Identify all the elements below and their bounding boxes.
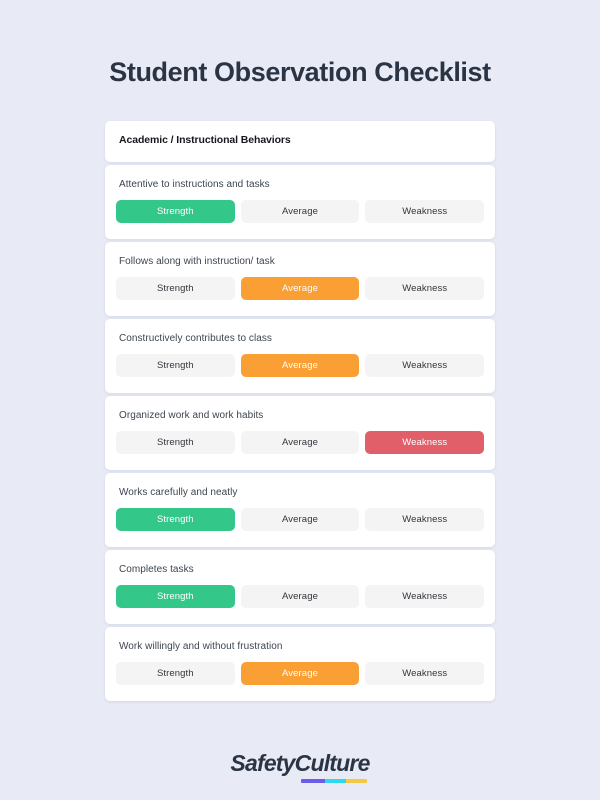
rating-option-strength[interactable]: Strength: [116, 353, 235, 377]
logo-text: SafetyCulture: [230, 750, 371, 777]
checklist-row: Completes tasks Strength Average Weakness: [105, 549, 495, 624]
rating-option-group: Strength Average Weakness: [116, 276, 485, 300]
checklist-row: Attentive to instructions and tasks Stren…: [105, 164, 495, 239]
checklist-row: Work willingly and without frustration St…: [105, 626, 495, 701]
rating-option-group: Strength Average Weakness: [116, 353, 485, 377]
logo-text-safety: Safety: [230, 750, 295, 776]
rating-option-weakness[interactable]: Weakness: [365, 430, 485, 454]
checklist-page: Student Observation Checklist Academic /…: [0, 0, 600, 800]
rating-option-weakness[interactable]: Weakness: [365, 507, 485, 531]
checklist-rows: Attentive to instructions and tasks Stren…: [105, 164, 495, 701]
page-title: Student Observation Checklist: [109, 57, 491, 87]
rating-option-strength[interactable]: Strength: [116, 584, 235, 608]
checklist-row: Works carefully and neatly Strength Averag…: [105, 472, 495, 547]
rating-option-average[interactable]: Average: [240, 199, 360, 223]
rating-option-group: Strength Average Weakness: [116, 661, 485, 685]
logo-underline-segment-yellow: [346, 779, 367, 783]
rating-option-strength[interactable]: Strength: [116, 276, 235, 300]
checklist-row: Follows along with instruction/ task Stre…: [105, 241, 495, 316]
checklist-row-label: Constructively contributes to class: [119, 332, 272, 344]
rating-option-average[interactable]: Average: [240, 430, 360, 454]
checklist-row-label: Completes tasks: [119, 563, 194, 575]
section-header-card: Academic / Instructional Behaviors: [105, 120, 495, 162]
rating-option-weakness[interactable]: Weakness: [365, 276, 485, 300]
checklist-container: Academic / Instructional Behaviors Atten…: [105, 120, 495, 701]
rating-option-weakness[interactable]: Weakness: [365, 199, 485, 223]
logo-text-culture: Culture: [294, 750, 371, 776]
rating-option-strength[interactable]: Strength: [116, 199, 235, 223]
rating-option-weakness[interactable]: Weakness: [365, 584, 485, 608]
rating-option-strength[interactable]: Strength: [116, 430, 235, 454]
rating-option-average[interactable]: Average: [240, 661, 360, 685]
checklist-row: Constructively contributes to class Stren…: [105, 318, 495, 393]
checklist-row-label: Work willingly and without frustration: [119, 640, 283, 652]
rating-option-average[interactable]: Average: [240, 276, 360, 300]
rating-option-average[interactable]: Average: [240, 584, 360, 608]
rating-option-average[interactable]: Average: [240, 353, 360, 377]
logo-underline: [301, 779, 367, 783]
logo-underline-segment-purple: [301, 779, 326, 783]
rating-option-average[interactable]: Average: [240, 507, 360, 531]
rating-option-group: Strength Average Weakness: [116, 430, 485, 454]
checklist-row-label: Attentive to instructions and tasks: [119, 178, 270, 190]
checklist-row-label: Organized work and work habits: [119, 409, 264, 421]
rating-option-strength[interactable]: Strength: [116, 507, 235, 531]
safetyculture-logo: SafetyCulture: [230, 750, 371, 784]
checklist-row-label: Works carefully and neatly: [119, 486, 238, 498]
section-header-title: Academic / Instructional Behaviors: [119, 133, 291, 146]
footer: SafetyCulture: [0, 750, 600, 784]
rating-option-strength[interactable]: Strength: [116, 661, 235, 685]
logo-underline-segment-cyan: [325, 779, 347, 783]
rating-option-group: Strength Average Weakness: [116, 584, 485, 608]
checklist-row-label: Follows along with instruction/ task: [119, 255, 275, 267]
rating-option-group: Strength Average Weakness: [116, 199, 485, 223]
rating-option-weakness[interactable]: Weakness: [365, 661, 485, 685]
rating-option-weakness[interactable]: Weakness: [365, 353, 485, 377]
checklist-row: Organized work and work habits Strength Av…: [105, 395, 495, 470]
rating-option-group: Strength Average Weakness: [116, 507, 485, 531]
